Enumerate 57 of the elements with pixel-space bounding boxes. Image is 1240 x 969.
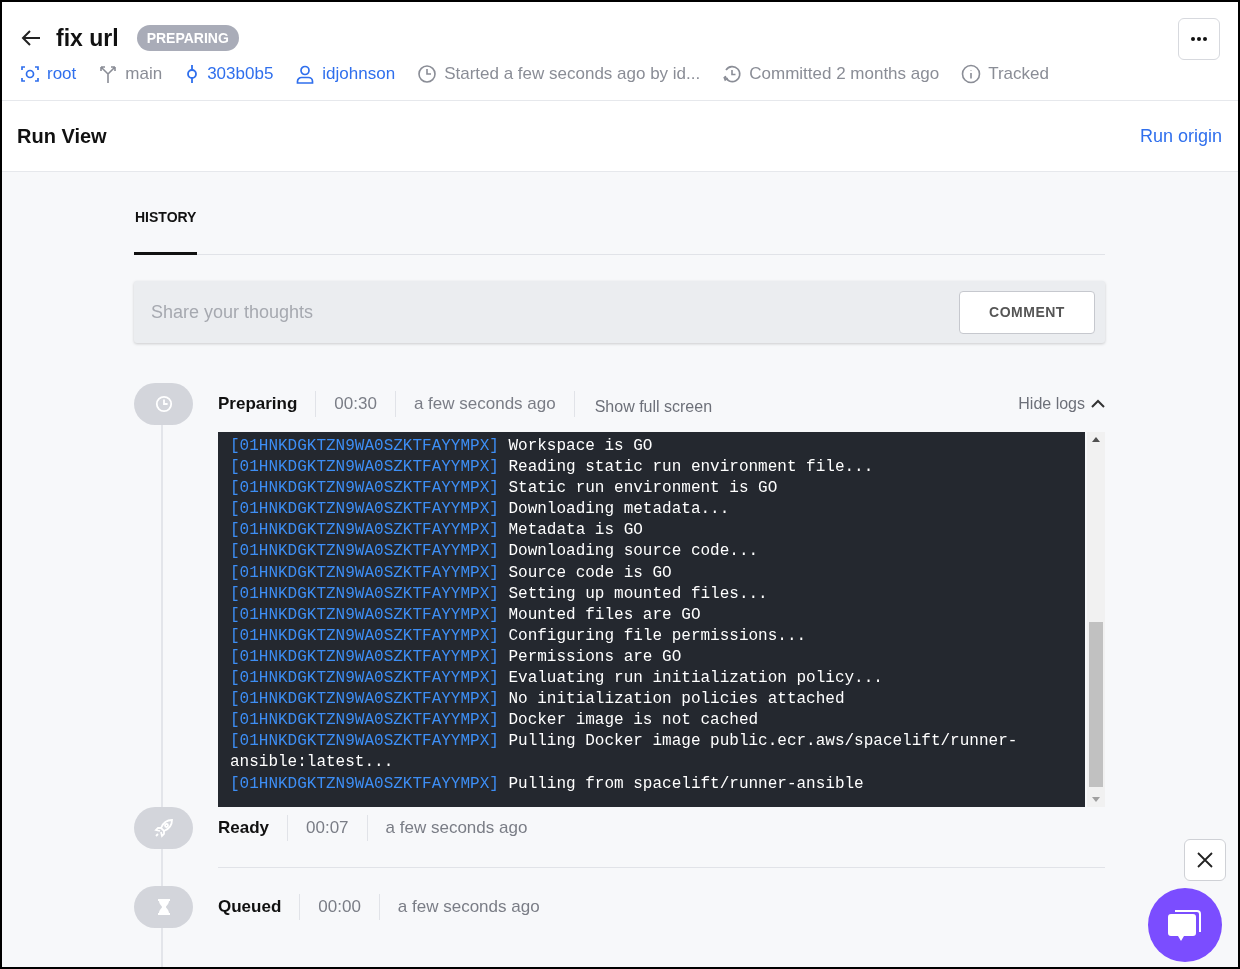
log-line: [01HNKDGKTZN9WA0SZKTFAYYMPX] Setting up mounted files... <box>230 583 769 605</box>
close-icon <box>1197 852 1213 868</box>
info-icon <box>961 64 982 84</box>
stage-name: Queued <box>218 897 283 917</box>
log-line: [01HNKDGKTZN9WA0SZKTFAYYMPX] Docker image is not cached <box>230 710 760 732</box>
stage-duration: 00:00 <box>317 897 362 917</box>
meta-link[interactable]: 303b0b5 <box>207 64 274 84</box>
rocket-icon <box>153 818 174 838</box>
user-icon <box>295 64 316 84</box>
log-line: [01HNKDGKTZN9WA0SZKTFAYYMPX] Reading static run environment file... <box>230 457 875 479</box>
log-line: [01HNKDGKTZN9WA0SZKTFAYYMPX] Workspace is GO <box>230 436 654 457</box>
log-line: [01HNKDGKTZN9WA0SZKTFAYYMPX] Configuring file permissions... <box>230 625 808 647</box>
stage-time: a few seconds ago <box>412 394 557 414</box>
log-line: [01HNKDGKTZN9WA0SZKTFAYYMPX] Metadata is GO <box>230 520 644 542</box>
meta-link[interactable]: root <box>47 64 77 84</box>
log-line: [01HNKDGKTZN9WA0SZKTFAYYMPX] Mounted files are GO <box>230 604 702 626</box>
scrollbar[interactable] <box>1087 432 1105 807</box>
log-line: [01HNKDGKTZN9WA0SZKTFAYYMPX] No initialization policies attached <box>230 689 846 711</box>
history-tab[interactable]: HISTORY <box>134 209 198 255</box>
log-line: [01HNKDGKTZN9WA0SZKTFAYYMPX] Static run environment is GO <box>230 478 779 500</box>
stage-name: Preparing <box>218 394 299 414</box>
chevron-up-icon <box>1091 399 1105 409</box>
clock-icon <box>154 395 173 413</box>
stage-duration: 00:07 <box>305 818 350 838</box>
meta-text: Started a few seconds ago by id... <box>444 64 701 84</box>
focus-icon <box>20 64 40 84</box>
stage-duration: 00:30 <box>333 394 378 414</box>
comment-field[interactable]: Share your thoughts COMMENT <box>134 281 1105 343</box>
log-line: [01HNKDGKTZN9WA0SZKTFAYYMPX] Pulling Docker image public.ecr.aws/spacelift/runner-ansible:latest... <box>230 731 1019 774</box>
stage-time: a few seconds ago <box>384 818 529 838</box>
log-line: [01HNKDGKTZN9WA0SZKTFAYYMPX] Source code is GO <box>230 562 673 584</box>
clock-icon <box>417 64 438 84</box>
more-options-button[interactable] <box>1178 18 1220 60</box>
run-origin-link[interactable]: Run origin <box>1139 125 1222 147</box>
log-line: [01HNKDGKTZN9WA0SZKTFAYYMPX] Pulling from spacelift/runner-ansible <box>230 773 865 795</box>
status-badge: PREPARING <box>136 25 239 51</box>
meta-text: Committed 2 months ago <box>749 64 940 84</box>
close-button[interactable] <box>1184 839 1226 881</box>
stage-name: Ready <box>218 818 271 838</box>
log-line: [01HNKDGKTZN9WA0SZKTFAYYMPX] Downloading source code... <box>230 541 760 563</box>
hide-logs-button[interactable]: Hide logs <box>1018 395 1105 413</box>
more-icon <box>1190 36 1208 42</box>
branch-icon <box>98 64 119 84</box>
log-line: [01HNKDGKTZN9WA0SZKTFAYYMPX] Permissions are GO <box>230 646 683 668</box>
run-title: fix url <box>56 24 119 52</box>
log-line: [01HNKDGKTZN9WA0SZKTFAYYMPX] Evaluating run initialization policy... <box>230 668 884 690</box>
hourglass-icon <box>156 898 171 916</box>
meta-text: Tracked <box>988 64 1049 84</box>
history-icon <box>722 64 743 84</box>
full-screen-button[interactable]: Show full screen <box>574 397 719 417</box>
log-line: [01HNKDGKTZN9WA0SZKTFAYYMPX] Downloading metadata... <box>230 499 731 521</box>
meta-text: main <box>125 64 163 84</box>
page-title: Run View <box>17 124 107 148</box>
meta-link[interactable]: idjohnson <box>322 64 396 84</box>
stage-time: a few seconds ago <box>396 897 541 917</box>
comment-button[interactable]: COMMENT <box>959 290 1095 334</box>
comment-input[interactable]: Share your thoughts <box>149 300 959 324</box>
